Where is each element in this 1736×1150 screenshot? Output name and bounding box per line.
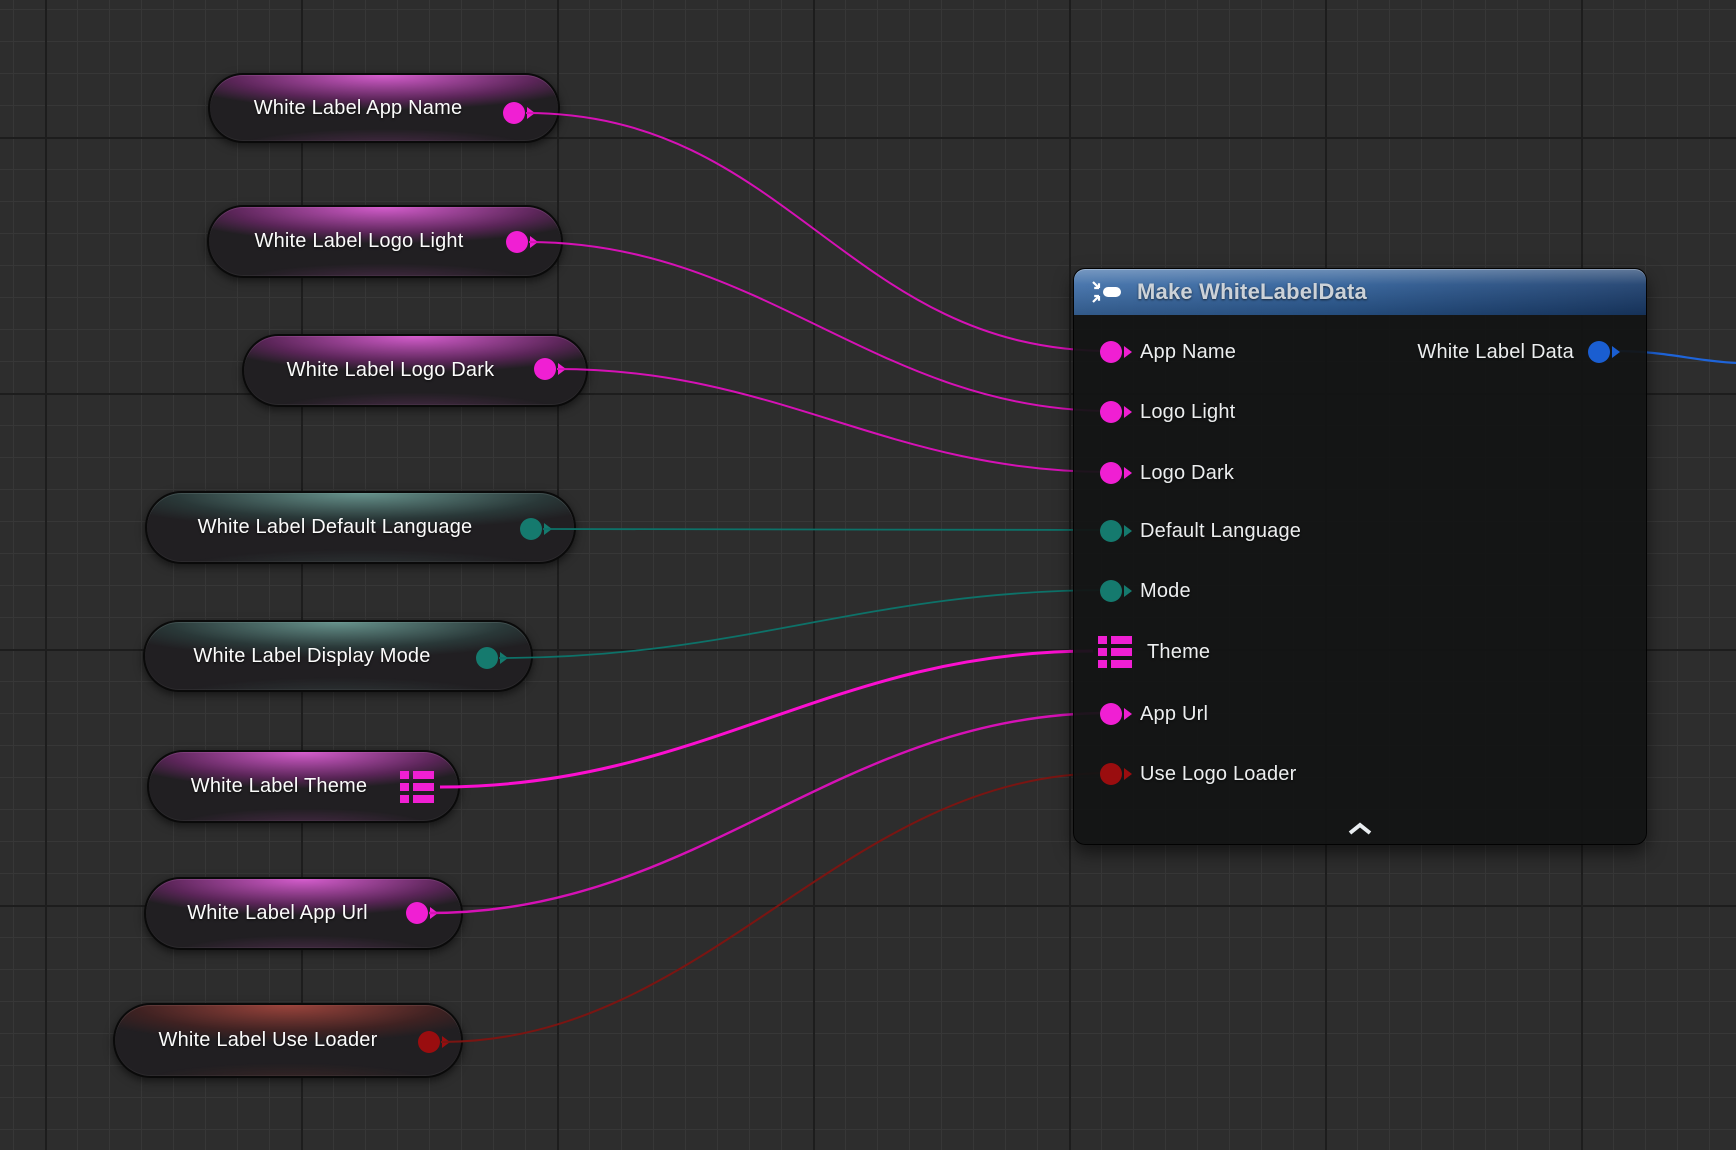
input-pin-label: Use Logo Loader	[1140, 763, 1296, 786]
node-title: Make WhiteLabelData	[1137, 279, 1367, 305]
getter-node-display-mode[interactable]: White Label Display Mode	[143, 620, 533, 692]
getter-node-label: White Label Use Loader	[159, 1029, 378, 1052]
wire[interactable]	[440, 651, 1093, 787]
input-pin-row: Theme	[1098, 637, 1210, 667]
struct-pin-icon[interactable]	[400, 771, 434, 803]
input-pin[interactable]	[1100, 763, 1122, 785]
wire[interactable]	[499, 590, 1110, 658]
input-pin-row: Logo Light	[1100, 397, 1235, 427]
input-pin[interactable]	[1100, 401, 1122, 423]
input-pin-label: App Name	[1140, 341, 1236, 364]
input-pin-row: Use Logo Loader	[1100, 759, 1296, 789]
output-pin[interactable]	[1588, 341, 1610, 363]
wire[interactable]	[526, 113, 1110, 351]
input-pin[interactable]	[1100, 462, 1122, 484]
getter-node-use-loader[interactable]: White Label Use Loader	[113, 1003, 463, 1078]
input-pin-label: Theme	[1147, 641, 1210, 664]
wire[interactable]	[557, 369, 1110, 472]
input-pin[interactable]	[1100, 520, 1122, 542]
input-pin-row: App Url	[1100, 699, 1208, 729]
input-pin-label: Default Language	[1140, 520, 1301, 543]
node-header[interactable]: Make WhiteLabelData	[1074, 269, 1646, 315]
input-pin-row: Default Language	[1100, 516, 1301, 546]
input-pin-label: App Url	[1140, 703, 1208, 726]
input-pin-label: Logo Light	[1140, 401, 1235, 424]
getter-output-pin[interactable]	[520, 518, 542, 540]
getter-output-pin[interactable]	[406, 902, 428, 924]
input-pin-label: Mode	[1140, 580, 1191, 603]
output-pin-label: White Label Data	[1417, 341, 1574, 364]
getter-output-pin[interactable]	[506, 231, 528, 253]
input-pin-row: App Name	[1100, 337, 1236, 367]
wire[interactable]	[543, 529, 1110, 530]
getter-node-label: White Label App Name	[254, 97, 463, 120]
getter-node-label: White Label App Url	[187, 902, 368, 925]
getter-node-label: White Label Logo Dark	[287, 359, 495, 382]
make-whitelabeldata-node[interactable]: Make WhiteLabelData App Name Logo Light Lo…	[1073, 268, 1647, 845]
getter-output-pin[interactable]	[418, 1031, 440, 1053]
getter-node-label: White Label Default Language	[198, 516, 473, 539]
getter-output-pin[interactable]	[476, 647, 498, 669]
getter-node-label: White Label Logo Light	[255, 230, 464, 253]
getter-node-logo-light[interactable]: White Label Logo Light	[207, 205, 563, 278]
make-struct-icon	[1090, 279, 1124, 305]
wire[interactable]	[529, 242, 1110, 411]
getter-output-pin[interactable]	[534, 358, 556, 380]
struct-pin-icon[interactable]	[1098, 636, 1132, 668]
input-pin-label: Logo Dark	[1140, 462, 1234, 485]
getter-output-pin[interactable]	[503, 102, 525, 124]
collapse-node-button[interactable]	[1343, 820, 1377, 838]
input-pin[interactable]	[1100, 341, 1122, 363]
getter-node-app-name[interactable]: White Label App Name	[208, 73, 560, 143]
output-pin-row: White Label Data	[1417, 337, 1610, 367]
input-pin-row: Mode	[1100, 576, 1191, 606]
getter-node-label: White Label Display Mode	[193, 645, 430, 668]
wire[interactable]	[441, 773, 1110, 1042]
getter-node-label: White Label Theme	[191, 775, 367, 798]
wire[interactable]	[429, 713, 1110, 913]
chevron-up-icon	[1347, 822, 1373, 836]
getter-node-default-language[interactable]: White Label Default Language	[145, 491, 576, 564]
graph-canvas[interactable]: Make WhiteLabelData App Name Logo Light Lo…	[0, 0, 1736, 1150]
getter-node-app-url[interactable]: White Label App Url	[144, 877, 463, 950]
input-pin[interactable]	[1100, 703, 1122, 725]
input-pin[interactable]	[1100, 580, 1122, 602]
getter-node-theme[interactable]: White Label Theme	[147, 750, 460, 823]
input-pin-row: Logo Dark	[1100, 458, 1234, 488]
getter-node-logo-dark[interactable]: White Label Logo Dark	[242, 334, 588, 407]
